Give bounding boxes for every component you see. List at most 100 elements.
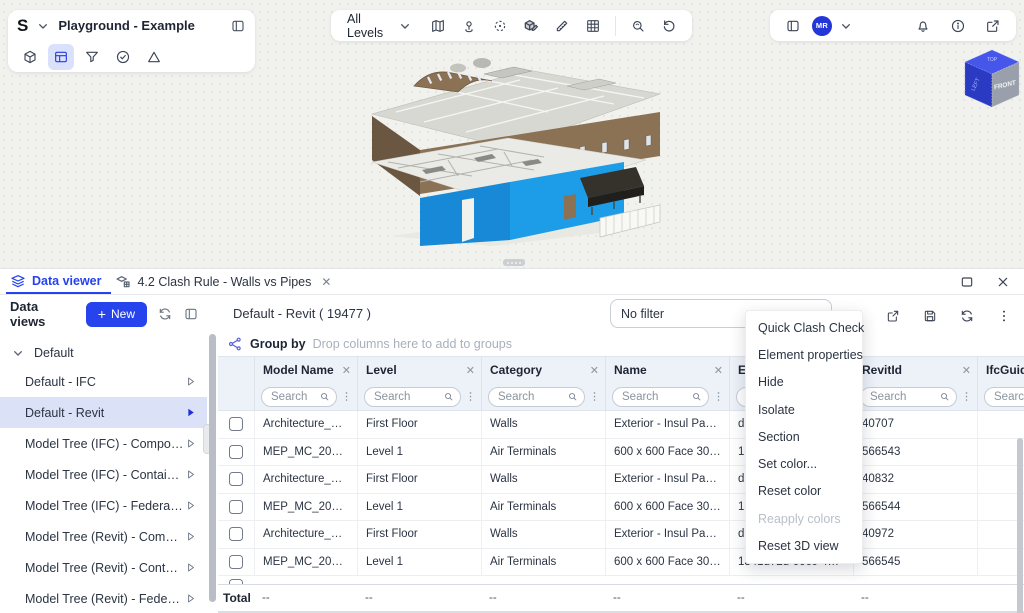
reset-view-icon[interactable] (656, 13, 682, 39)
column-header[interactable]: Name✕ (605, 357, 729, 383)
navigation-cube[interactable]: TOP LEFT FRONT (962, 47, 1022, 113)
table-panel-icon[interactable] (48, 44, 74, 70)
refresh-icon[interactable] (157, 306, 173, 322)
sidebar-item[interactable]: Default - Revit (0, 397, 207, 428)
context-menu-item[interactable]: Hide (746, 369, 862, 396)
play-outline-icon[interactable] (184, 437, 197, 450)
sidebar-item[interactable]: Model Tree (Revit) - Components (0, 521, 207, 552)
refresh-icon[interactable] (954, 303, 980, 329)
triangle-icon[interactable] (141, 44, 167, 70)
new-view-button[interactable]: + New (86, 302, 147, 327)
play-outline-icon[interactable] (184, 530, 197, 543)
column-search-input[interactable]: Search (488, 387, 585, 407)
share-export-icon[interactable] (880, 303, 906, 329)
levels-dropdown[interactable]: All Levels (341, 12, 421, 40)
column-menu-icon[interactable] (712, 390, 725, 403)
context-menu-item[interactable]: Reset 3D view (746, 532, 862, 559)
location-pin-icon[interactable] (456, 13, 482, 39)
tab-close-icon[interactable]: ✕ (321, 275, 331, 289)
column-menu-icon[interactable] (960, 390, 973, 403)
3d-viewport[interactable]: S Playground - Example All Levels MR (0, 0, 1024, 268)
context-menu-item[interactable]: Element properties (746, 341, 862, 368)
play-outline-icon[interactable] (184, 468, 197, 481)
chevron-down-icon[interactable] (35, 18, 51, 34)
table-row[interactable]: MEP_MC_2022.rvtLevel 1Air Terminals600 x… (218, 494, 1024, 522)
column-search-input[interactable]: Search (364, 387, 461, 407)
table-row[interactable]: Architecture_MC_20First FloorWallsExteri… (218, 466, 1024, 494)
kebab-icon[interactable] (991, 303, 1017, 329)
column-menu-icon[interactable] (588, 390, 601, 403)
column-header[interactable]: RevitId✕ (853, 357, 977, 383)
context-menu-item[interactable]: Quick Clash Check (746, 314, 862, 341)
tab-clash-rule[interactable]: 4.2 Clash Rule - Walls vs Pipes ✕ (111, 269, 341, 294)
column-header[interactable]: Model Name✕ (254, 357, 357, 383)
zoom-search-icon[interactable] (625, 13, 651, 39)
column-header[interactable]: Category✕ (481, 357, 605, 383)
context-menu-item[interactable]: Set color... (746, 450, 862, 477)
play-filled-icon[interactable] (184, 406, 197, 419)
play-outline-icon[interactable] (184, 375, 197, 388)
row-checkbox[interactable] (229, 527, 243, 541)
focus-target-icon[interactable] (487, 13, 513, 39)
table-row[interactable]: Architecture_MC_20First FloorWallsExteri… (218, 521, 1024, 549)
app-logo[interactable]: S (17, 17, 28, 34)
sidebar-item[interactable]: Model Tree (IFC) - Containment (0, 459, 207, 490)
sidebar-item[interactable]: Model Tree (IFC) - Components (0, 428, 207, 459)
tree-root-default[interactable]: Default (0, 340, 207, 366)
cube-edit-icon[interactable] (518, 13, 544, 39)
column-header[interactable]: Level✕ (357, 357, 481, 383)
table-row[interactable]: Architecture_MC_20First FloorWallsExteri… (218, 411, 1024, 439)
context-menu-item[interactable]: Isolate (746, 396, 862, 423)
sidebar-item[interactable]: Default - IFC (0, 366, 207, 397)
panel-layout-icon[interactable] (230, 18, 246, 34)
column-remove-icon[interactable]: ✕ (466, 364, 475, 377)
map-icon[interactable] (425, 13, 451, 39)
save-icon[interactable] (917, 303, 943, 329)
tab-data-viewer[interactable]: Data viewer (6, 269, 111, 294)
column-search-input[interactable]: Search (984, 387, 1024, 407)
grid-icon[interactable] (580, 13, 606, 39)
measure-pen-icon[interactable] (549, 13, 575, 39)
check-circle-icon[interactable] (110, 44, 136, 70)
column-remove-icon[interactable]: ✕ (590, 364, 599, 377)
column-menu-icon[interactable] (340, 390, 353, 403)
groupby-bar[interactable]: Group by Drop columns here to add to gro… (218, 332, 1024, 356)
column-menu-icon[interactable] (464, 390, 477, 403)
sidebar-item[interactable]: Model Tree (IFC) - Federated Floor (0, 490, 207, 521)
bell-icon[interactable] (910, 13, 936, 39)
user-avatar[interactable]: MR (812, 16, 832, 36)
row-checkbox[interactable] (229, 555, 243, 569)
cube-3d-icon[interactable] (17, 44, 43, 70)
filter-funnel-icon[interactable] (79, 44, 105, 70)
sidebar-item[interactable]: Model Tree (Revit) - Federated Flo... (0, 583, 207, 613)
column-search-input[interactable]: Search (860, 387, 957, 407)
sidebar-scrollbar[interactable] (207, 296, 218, 613)
column-search-input[interactable]: Search (612, 387, 709, 407)
row-checkbox[interactable] (229, 417, 243, 431)
table-row[interactable]: MEP_MC_2022.rvtLevel 1Air Terminals600 x… (218, 549, 1024, 577)
close-icon[interactable] (990, 269, 1016, 295)
context-menu-item[interactable]: Reset color (746, 478, 862, 505)
chevron-down-icon[interactable] (838, 18, 854, 34)
sidebar-item[interactable]: Model Tree (Revit) - Containment (0, 552, 207, 583)
column-search-input[interactable]: Search (261, 387, 337, 407)
window-maximize-icon[interactable] (954, 269, 980, 295)
play-outline-icon[interactable] (184, 561, 197, 574)
panel-layout-icon[interactable] (183, 306, 199, 322)
table-row[interactable]: MEP_MC_2022.rvtLevel 1Air Terminals600 x… (218, 439, 1024, 467)
column-header[interactable]: IfcGuid✕ (977, 357, 1024, 383)
row-checkbox[interactable] (229, 445, 243, 459)
info-icon[interactable] (945, 13, 971, 39)
3d-building-model[interactable] (362, 50, 668, 246)
column-remove-icon[interactable]: ✕ (962, 364, 971, 377)
context-menu-item[interactable]: Section (746, 423, 862, 450)
play-outline-icon[interactable] (184, 592, 197, 605)
table-scrollbar-thumb[interactable] (1017, 438, 1023, 613)
play-outline-icon[interactable] (184, 499, 197, 512)
open-external-icon[interactable] (980, 13, 1006, 39)
scrollbar-thumb[interactable] (209, 334, 216, 602)
panel-resize-handle[interactable] (503, 259, 525, 266)
panel-layout-icon[interactable] (780, 13, 806, 39)
column-remove-icon[interactable]: ✕ (714, 364, 723, 377)
row-checkbox[interactable] (229, 500, 243, 514)
